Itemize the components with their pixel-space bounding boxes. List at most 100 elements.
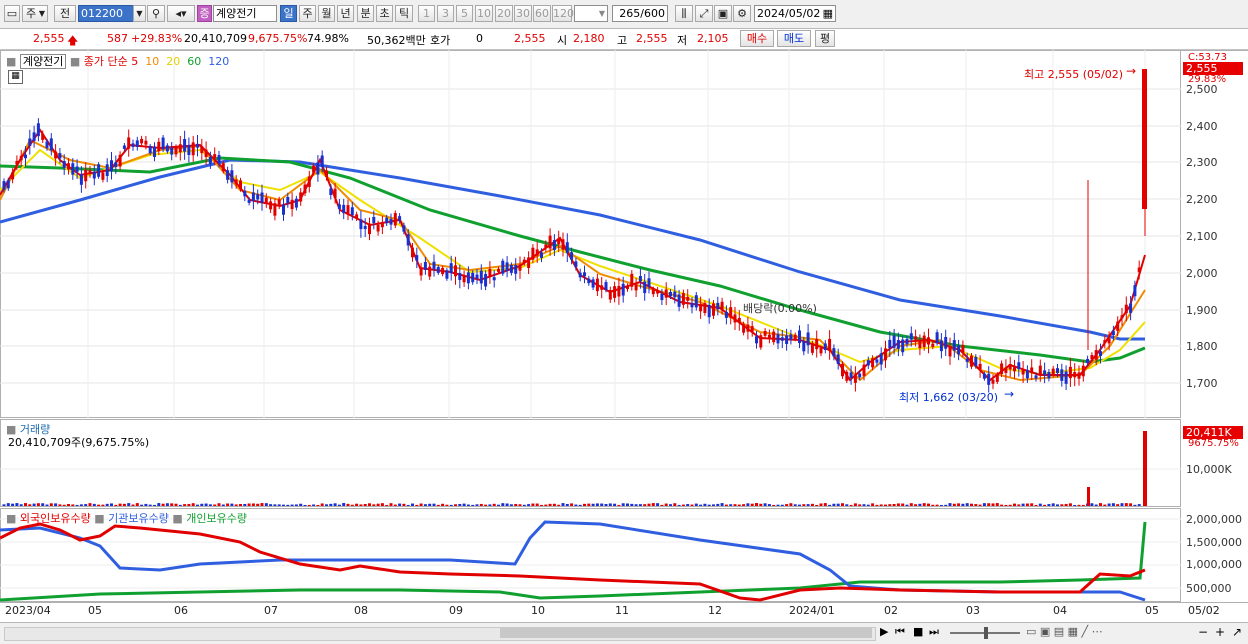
x-label-05: 05 bbox=[88, 604, 102, 617]
calculator-icon[interactable]: ▦ bbox=[8, 70, 23, 84]
candle-body bbox=[1043, 370, 1047, 376]
jump-end-icon[interactable]: ⏭ bbox=[929, 625, 939, 639]
jump-start-icon[interactable]: ⏮ bbox=[895, 625, 905, 639]
volume-chart[interactable] bbox=[0, 419, 1181, 507]
period-tick-button[interactable]: 틱 bbox=[395, 5, 413, 22]
speaker-icon[interactable]: ◂▾ bbox=[167, 5, 195, 22]
period-month-button[interactable]: 월 bbox=[318, 5, 335, 22]
candle-body bbox=[664, 289, 668, 298]
stock-name-field[interactable]: 계양전기 bbox=[213, 5, 277, 22]
interval-30-button[interactable]: 30 bbox=[514, 5, 532, 22]
y-tick-2400: 2,400 bbox=[1186, 120, 1218, 133]
period-day-button[interactable]: 일 bbox=[280, 5, 297, 22]
candle-body bbox=[501, 260, 505, 274]
stock-name-tag[interactable]: 계양전기 bbox=[19, 54, 67, 69]
ma-legend-prefix[interactable]: 종가 단순 bbox=[84, 55, 128, 68]
candle-body bbox=[260, 192, 264, 203]
volume-bar bbox=[475, 504, 479, 506]
volume-bar bbox=[1008, 504, 1012, 506]
ma5-label[interactable]: 5 bbox=[131, 55, 138, 68]
interval-5-button[interactable]: 5 bbox=[456, 5, 473, 22]
volume-bar bbox=[140, 504, 144, 506]
candle-body bbox=[1081, 365, 1085, 377]
volume-bar bbox=[729, 504, 733, 506]
zoom-slider-handle[interactable] bbox=[984, 627, 988, 639]
search-icon[interactable]: ⚲ bbox=[147, 5, 165, 22]
candle-body bbox=[1094, 350, 1098, 360]
candle-body bbox=[712, 303, 715, 316]
volume-bar bbox=[604, 504, 608, 506]
candle-body bbox=[290, 199, 294, 210]
candle-body bbox=[97, 164, 101, 177]
fit-icon[interactable]: ↗ bbox=[1232, 625, 1242, 639]
period-second-button[interactable]: 초 bbox=[376, 5, 393, 22]
code-dropdown-chevron-icon[interactable]: ▼ bbox=[133, 5, 146, 22]
calendar-icon[interactable]: ▦ bbox=[823, 6, 833, 21]
trend-tool-icon[interactable]: ⤢ bbox=[695, 5, 713, 22]
ma60-label[interactable]: 60 bbox=[187, 55, 201, 68]
ma20-label[interactable]: 20 bbox=[166, 55, 180, 68]
scroll-right-icon[interactable]: ▶ bbox=[880, 625, 888, 638]
period-minute-button[interactable]: 분 bbox=[357, 5, 374, 22]
zoom-in-icon[interactable]: + bbox=[1215, 625, 1225, 639]
buy-button[interactable]: 매수 bbox=[740, 30, 774, 47]
volume-bar bbox=[1013, 503, 1016, 506]
volume-bar bbox=[931, 504, 935, 506]
price-chart[interactable] bbox=[0, 50, 1181, 418]
zoom-out-icon[interactable]: − bbox=[1198, 625, 1208, 639]
market-select[interactable]: 주 ▼ bbox=[22, 5, 48, 22]
candle-body bbox=[836, 354, 840, 364]
volume-bar bbox=[987, 503, 991, 506]
volume-bar bbox=[419, 503, 423, 506]
interval-3-button[interactable]: 3 bbox=[437, 5, 454, 22]
volume-bar bbox=[626, 503, 629, 506]
volume-bar bbox=[686, 504, 690, 506]
save-icon[interactable]: ▣ bbox=[714, 5, 732, 22]
ma120-label[interactable]: 120 bbox=[208, 55, 229, 68]
volume-bar bbox=[67, 503, 70, 506]
volume-bar bbox=[110, 503, 113, 506]
interval-60-button[interactable]: 60 bbox=[533, 5, 551, 22]
volume-bar bbox=[415, 504, 419, 506]
volume-bar bbox=[789, 503, 793, 506]
ma10-label[interactable]: 10 bbox=[145, 55, 159, 68]
volume-bar bbox=[127, 503, 131, 506]
institution-holdings-label[interactable]: 기관보유수량 bbox=[108, 512, 169, 525]
candle-body bbox=[71, 163, 75, 175]
interval-1-button[interactable]: 1 bbox=[418, 5, 435, 22]
individual-holdings-label[interactable]: 개인보유수량 bbox=[186, 512, 247, 525]
volume-bar bbox=[643, 504, 647, 506]
volume-bar bbox=[484, 504, 488, 506]
prev-button[interactable]: 전 bbox=[54, 5, 76, 22]
candle-body bbox=[269, 201, 273, 210]
interval-10-button[interactable]: 10 bbox=[475, 5, 493, 22]
date-field[interactable]: 2024/05/02 ▦ bbox=[754, 5, 836, 22]
gear-icon[interactable]: ⚙ bbox=[733, 5, 751, 22]
eval-button[interactable]: 평 bbox=[815, 30, 835, 47]
candle-body bbox=[183, 138, 187, 152]
volume-bar bbox=[1047, 504, 1051, 506]
volume-bar bbox=[239, 504, 242, 506]
x-label-2023-04: 2023/04 bbox=[5, 604, 51, 617]
interval-20-button[interactable]: 20 bbox=[495, 5, 513, 22]
layout-icon[interactable]: ▭ bbox=[4, 5, 20, 22]
period-year-button[interactable]: 년 bbox=[337, 5, 354, 22]
candle-body bbox=[277, 199, 281, 207]
foreign-holdings-label[interactable]: 외국인보유수량 bbox=[20, 512, 91, 525]
candle-body bbox=[707, 304, 711, 318]
candle-body bbox=[28, 138, 32, 146]
interval-120-button[interactable]: 120 bbox=[552, 5, 574, 22]
stop-icon[interactable]: ■ bbox=[913, 625, 923, 638]
volume-bar bbox=[1107, 503, 1111, 506]
sell-button[interactable]: 매도 bbox=[777, 30, 811, 47]
candle-body bbox=[677, 294, 681, 307]
candle-icon[interactable]: ⫼ bbox=[675, 5, 693, 22]
candle-body bbox=[763, 331, 767, 336]
count-field[interactable]: 265/600 bbox=[612, 5, 668, 22]
volume-bar bbox=[952, 503, 956, 506]
volume-bar bbox=[819, 503, 823, 506]
period-week-button[interactable]: 주 bbox=[299, 5, 316, 22]
scrollbar-thumb[interactable] bbox=[500, 628, 872, 638]
chart-tools-icons[interactable]: ▭ ▣ ▤ ▦ ╱ ⋯ bbox=[1026, 625, 1103, 638]
custom-interval-select[interactable]: ▼ bbox=[574, 5, 608, 22]
